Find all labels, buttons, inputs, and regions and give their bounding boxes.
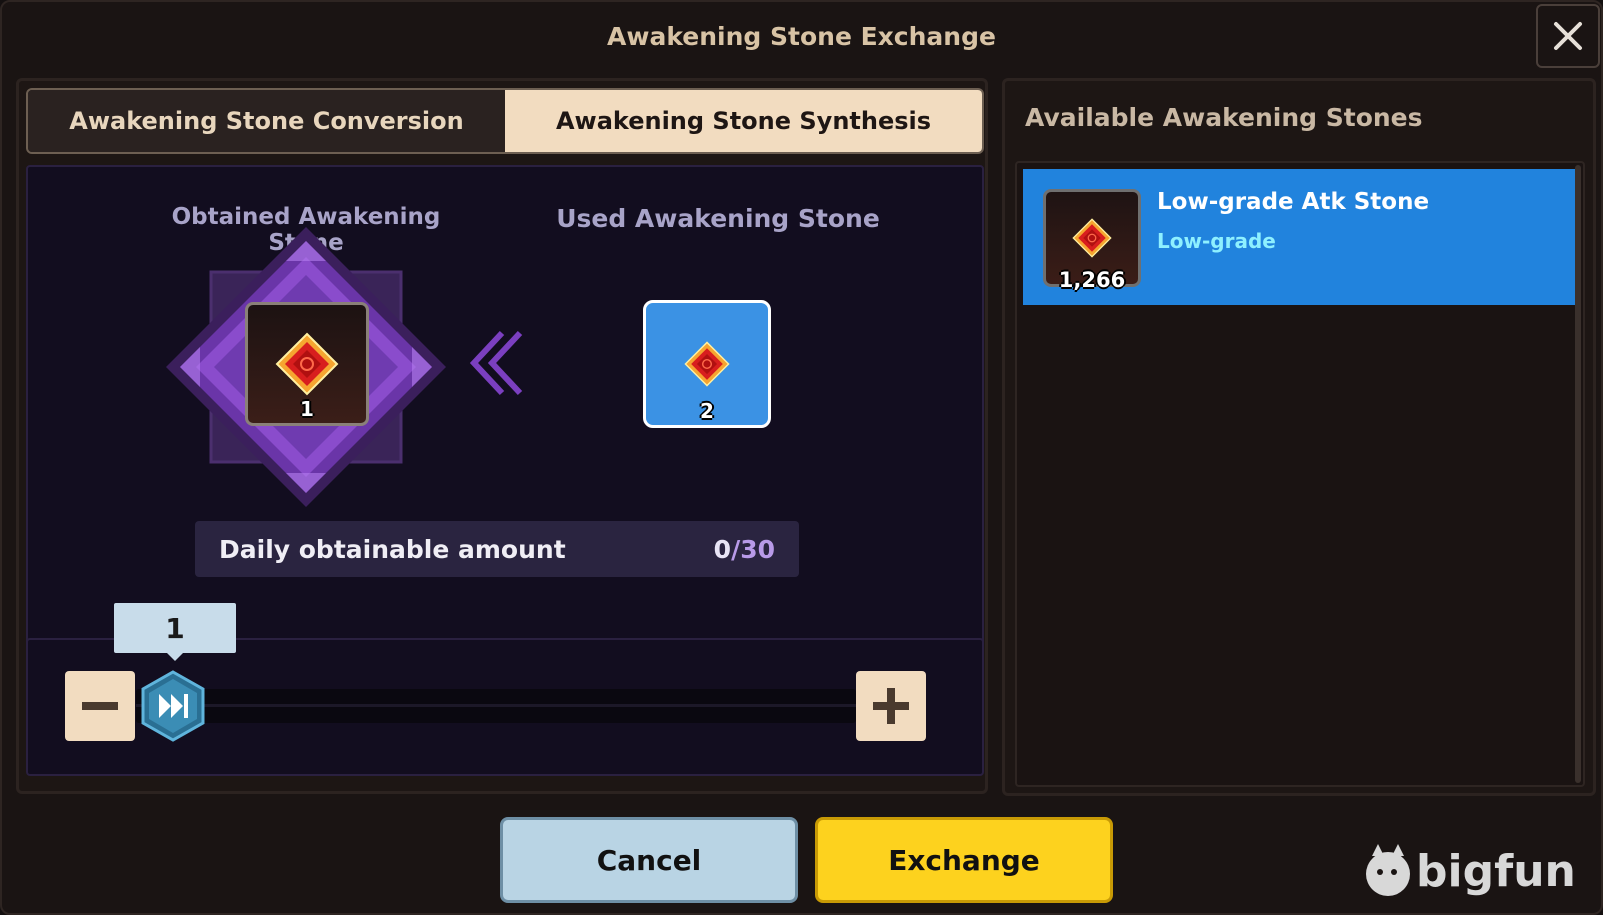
atk-stone-icon <box>684 341 730 387</box>
synthesis-panel: Awakening Stone Conversion Awakening Sto… <box>16 78 988 794</box>
daily-separator: / <box>731 534 741 564</box>
cancel-button[interactable]: Cancel <box>500 817 798 903</box>
daily-limit-label: Daily obtainable amount <box>219 534 566 564</box>
tab-conversion[interactable]: Awakening Stone Conversion <box>28 90 505 152</box>
bigfun-logo-icon: bigfun <box>1366 844 1576 897</box>
watermark-text: bigfun <box>1416 846 1576 897</box>
stone-list: 1,266 Low-grade Atk Stone Low-grade <box>1015 161 1585 787</box>
stone-item-grade: Low-grade <box>1157 229 1276 253</box>
double-chevron-left-icon <box>469 330 523 396</box>
close-button[interactable] <box>1536 4 1600 68</box>
atk-stone-icon <box>1072 218 1112 258</box>
max-skip-icon[interactable] <box>141 670 205 742</box>
bubble-tail <box>167 653 183 661</box>
available-stones-panel: Available Awakening Stones 1,266 Low-gra… <box>1002 78 1596 796</box>
tab-synthesis[interactable]: Awakening Stone Synthesis <box>505 90 982 152</box>
used-stone-slot[interactable]: 2 <box>643 300 771 428</box>
daily-max: 30 <box>740 534 775 564</box>
used-count: 2 <box>700 399 714 423</box>
dialog-title: Awakening Stone Exchange <box>607 22 996 51</box>
used-stone-label: Used Awakening Stone <box>556 204 880 233</box>
plus-icon <box>873 688 909 724</box>
increase-button[interactable] <box>856 671 926 741</box>
slider-track-line <box>136 704 856 707</box>
exchange-button[interactable]: Exchange <box>815 817 1113 903</box>
obtained-stone-slot[interactable]: 1 <box>245 302 369 426</box>
close-icon <box>1554 22 1582 50</box>
available-stones-title: Available Awakening Stones <box>1025 103 1423 132</box>
stone-item-count: 1,266 <box>1058 268 1126 292</box>
decrease-button[interactable] <box>65 671 135 741</box>
atk-stone-icon <box>275 332 339 396</box>
quantity-slider-area: 1 <box>26 603 984 776</box>
exchange-dialog: Awakening Stone Exchange Awakening Stone… <box>0 0 1603 915</box>
stone-item-name: Low-grade Atk Stone <box>1157 189 1430 215</box>
stone-item-icon: 1,266 <box>1043 189 1141 292</box>
exchange-area: Obtained Awakening Stone Used Awakening … <box>26 165 984 651</box>
quantity-value-bubble: 1 <box>114 603 236 653</box>
daily-current: 0 <box>713 534 732 564</box>
list-item[interactable]: 1,266 Low-grade Atk Stone Low-grade <box>1023 169 1577 305</box>
obtained-count: 1 <box>300 397 314 421</box>
bigfun-watermark: bigfun <box>1360 840 1592 900</box>
daily-limit-box: Daily obtainable amount 0/30 <box>195 521 799 577</box>
quantity-slider-track[interactable] <box>136 689 856 723</box>
list-scrollbar[interactable] <box>1575 165 1581 783</box>
tab-bar: Awakening Stone Conversion Awakening Sto… <box>26 88 984 154</box>
minus-icon <box>82 702 118 710</box>
daily-limit-value: 0/30 <box>714 535 775 564</box>
